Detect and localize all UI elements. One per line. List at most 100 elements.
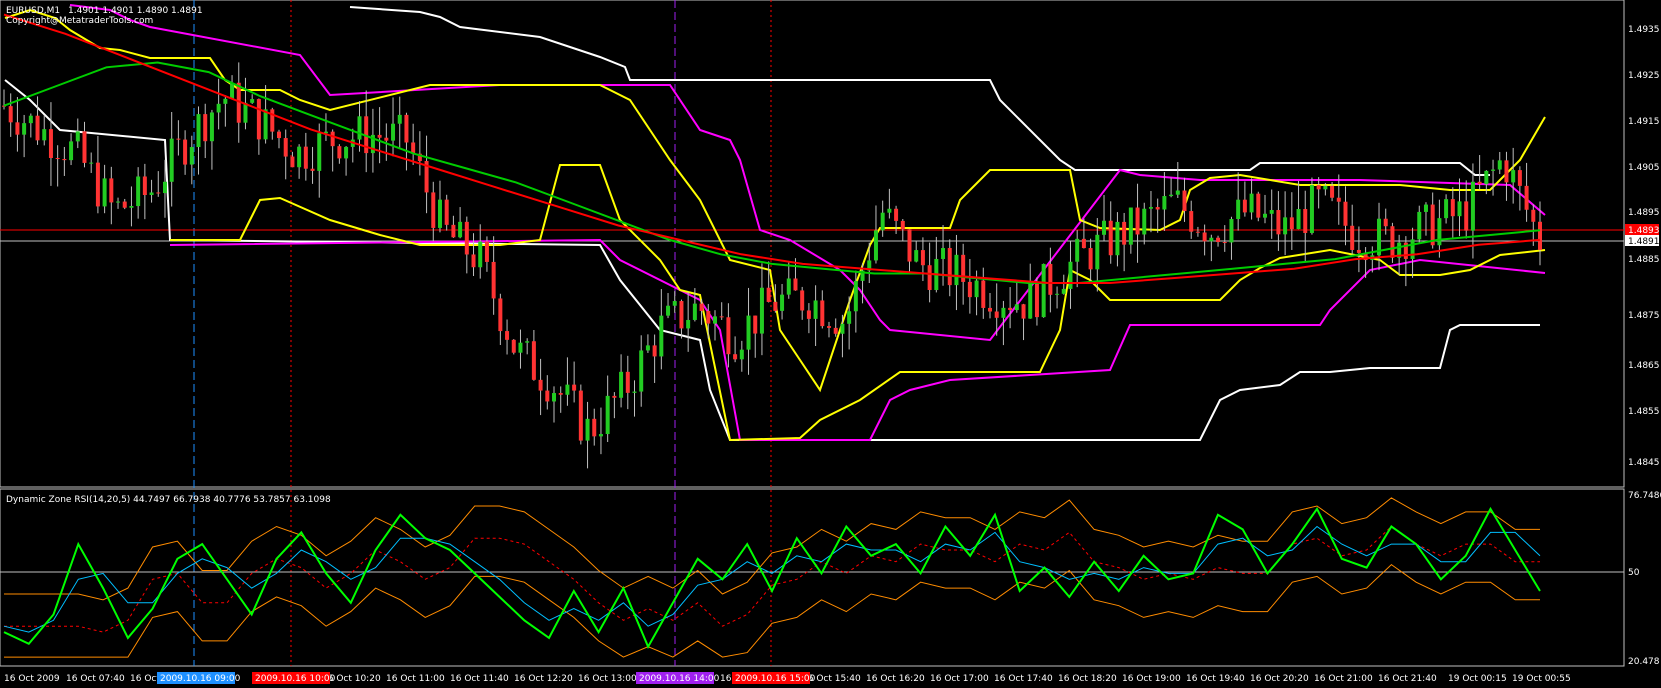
- candle-body: [1356, 249, 1361, 253]
- candle-body: [35, 115, 40, 141]
- candle-body: [1001, 307, 1006, 318]
- price-tick: 1.4905: [1628, 163, 1660, 173]
- candle-body: [605, 395, 610, 435]
- red-line-price: 1.4893: [1628, 226, 1660, 236]
- candle-body: [1484, 170, 1489, 185]
- candle-body: [619, 371, 624, 398]
- candle-body: [122, 201, 127, 208]
- candle-body: [827, 326, 832, 328]
- candle-body: [786, 278, 791, 295]
- candle-body: [967, 281, 972, 298]
- price-tick: 1.4845: [1628, 458, 1660, 468]
- candle-body: [1504, 160, 1509, 183]
- candle-body: [464, 221, 469, 255]
- candle-body: [1222, 242, 1227, 244]
- candle-body: [853, 280, 858, 312]
- candle-body: [82, 131, 87, 163]
- candle-body: [1316, 185, 1321, 190]
- candle-body: [129, 206, 134, 208]
- candle-body: [62, 159, 67, 161]
- candle-body: [1041, 263, 1046, 318]
- candle-body: [1430, 204, 1435, 246]
- candle-body: [330, 131, 335, 147]
- candle-body: [1236, 199, 1241, 220]
- candle-body: [1256, 193, 1261, 218]
- candle-body: [1135, 207, 1140, 235]
- price-tick: 1.4915: [1628, 117, 1660, 127]
- candle-body: [149, 192, 154, 196]
- candle-body: [290, 156, 295, 168]
- candle-body: [1417, 211, 1422, 240]
- candle-body: [176, 138, 181, 140]
- candle-body: [907, 229, 912, 262]
- candle-body: [283, 138, 288, 157]
- candle-body: [397, 114, 402, 124]
- chart-background: [0, 0, 1661, 688]
- candle-body: [230, 82, 235, 99]
- candle-body: [142, 176, 147, 196]
- candle-body: [22, 123, 27, 135]
- candle-body: [1102, 220, 1107, 235]
- candle-body: [1068, 261, 1073, 289]
- candle-body: [572, 384, 577, 391]
- candle-body: [880, 212, 885, 231]
- candle-body: [1276, 210, 1281, 235]
- candle-body: [1390, 226, 1395, 258]
- candle-body: [806, 310, 811, 319]
- time-label: 16 Oct 21:40: [1378, 674, 1437, 684]
- price-tick: 1.4885: [1628, 255, 1660, 265]
- candle-body: [686, 319, 691, 329]
- candle-body: [773, 301, 778, 311]
- candle-body: [1511, 170, 1516, 183]
- candle-body: [994, 311, 999, 318]
- candle-body: [28, 115, 33, 124]
- candle-body: [270, 109, 275, 132]
- time-label: 16 Oct 12:20: [514, 674, 573, 684]
- candle-body: [511, 339, 516, 353]
- candle-body: [384, 137, 389, 141]
- candle-body: [1289, 217, 1294, 230]
- ohlc-label: 1.4901 1.4901 1.4890 1.4891: [68, 6, 203, 16]
- candle-body: [1216, 237, 1221, 243]
- candle-body: [1323, 185, 1328, 190]
- candle-body: [1195, 231, 1200, 233]
- trading-chart[interactable]: EURUSD,M1 1.4901 1.4901 1.4890 1.4891 Co…: [0, 0, 1661, 688]
- candle-body: [726, 317, 731, 355]
- candle-body: [941, 248, 946, 259]
- time-label: 16 Oct 21:00: [1314, 674, 1373, 684]
- candle-body: [277, 131, 282, 139]
- candle-body: [162, 181, 167, 194]
- candle-body: [491, 261, 496, 299]
- candle-body: [981, 280, 986, 308]
- session-tag-label: 2009.10.16 14:00: [639, 674, 720, 684]
- candle-body: [102, 178, 107, 207]
- candle-body: [263, 109, 268, 140]
- candle-body: [109, 178, 114, 203]
- candle-body: [203, 114, 208, 142]
- candle-body: [1262, 213, 1267, 218]
- candle-body: [920, 250, 925, 266]
- candle-body: [1182, 190, 1187, 212]
- candle-body: [639, 350, 644, 392]
- candle-body: [1148, 207, 1153, 209]
- candle-body: [196, 114, 201, 148]
- candle-body: [793, 278, 798, 291]
- candle-body: [947, 248, 952, 286]
- candle-body: [344, 146, 349, 159]
- candle-body: [1423, 204, 1428, 212]
- candle-body: [1450, 199, 1455, 217]
- bid-price: 1.4891: [1628, 237, 1660, 247]
- candle-body: [377, 134, 382, 138]
- candle-body: [1008, 307, 1013, 310]
- candle-body: [894, 208, 899, 221]
- candle-body: [632, 391, 637, 393]
- candle-body: [444, 199, 449, 225]
- rsi-mid: 50: [1628, 568, 1640, 578]
- time-label: 19 Oct 00:55: [1512, 674, 1571, 684]
- time-label: 16 Oct 18:20: [1058, 674, 1117, 684]
- candle-body: [256, 99, 261, 140]
- candle-body: [404, 114, 409, 143]
- candle-body: [317, 133, 322, 171]
- candle-body: [478, 241, 483, 268]
- candle-body: [1169, 194, 1174, 197]
